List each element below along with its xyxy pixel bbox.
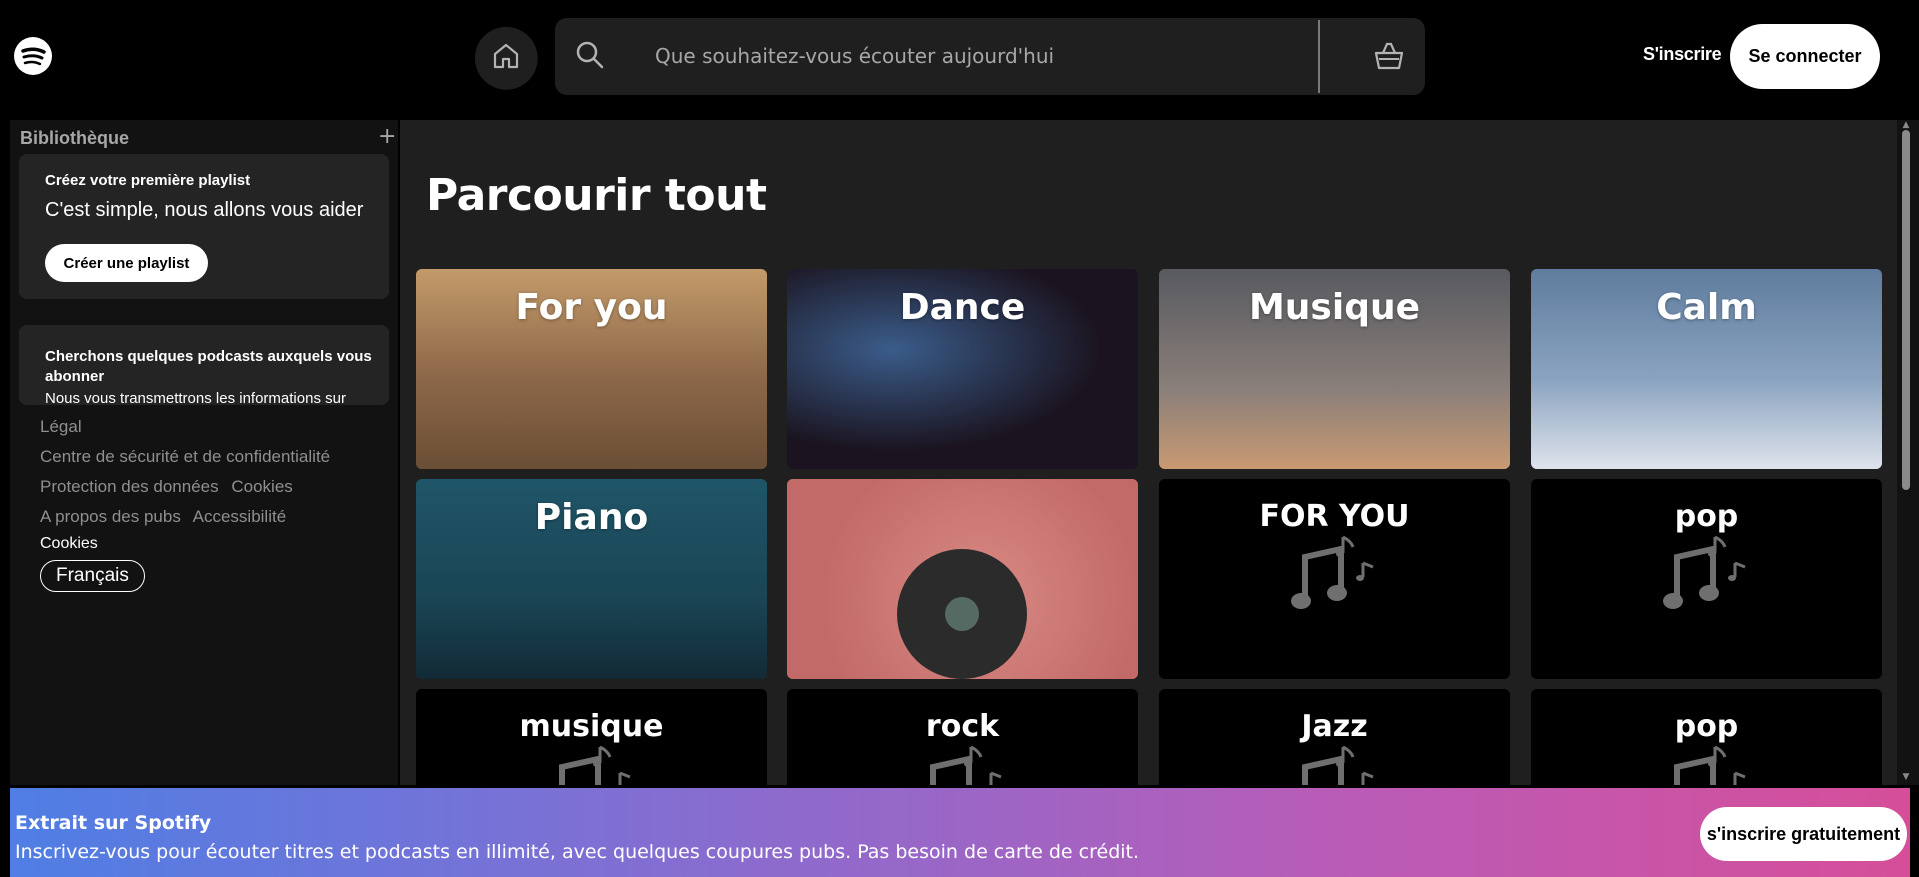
category-tile[interactable]: For you xyxy=(416,269,767,469)
search-bar[interactable] xyxy=(555,18,1425,95)
language-button[interactable]: Français xyxy=(40,560,145,592)
privacy-center-link[interactable]: Centre de sécurité et de confidentialité xyxy=(40,447,330,467)
banner-subtitle: Inscrivez-vous pour écouter titres et po… xyxy=(15,841,1140,863)
add-icon[interactable]: + xyxy=(378,126,396,148)
home-icon xyxy=(491,41,521,75)
category-tile[interactable]: rock xyxy=(787,689,1138,785)
tile-label: Calm xyxy=(1656,287,1757,328)
category-tile[interactable]: Dance xyxy=(787,269,1138,469)
create-playlist-card: Créez votre première playlist C'est simp… xyxy=(19,154,389,299)
music-note-icon xyxy=(1285,737,1385,785)
category-tile[interactable]: Jazz xyxy=(1159,689,1510,785)
library-sidebar: Bibliothèque + Créez votre première play… xyxy=(10,120,398,785)
music-note-icon xyxy=(913,737,1013,785)
category-tile[interactable]: FOR YOU xyxy=(1159,479,1510,679)
data-protection-link[interactable]: Protection des données xyxy=(40,477,219,496)
spotify-logo-icon[interactable] xyxy=(14,37,52,75)
category-tile[interactable]: pop xyxy=(1531,479,1882,679)
create-playlist-button[interactable]: Créer une playlist xyxy=(45,244,208,282)
tile-label: Dance xyxy=(899,287,1026,328)
category-tile[interactable]: Calm xyxy=(1531,269,1882,469)
music-note-icon xyxy=(1657,527,1757,631)
music-note-icon xyxy=(542,737,642,785)
about-ads-link[interactable]: A propos des pubs xyxy=(40,507,181,526)
login-button[interactable]: Se connecter xyxy=(1730,24,1880,89)
category-tile[interactable]: pop xyxy=(1531,689,1882,785)
banner-title: Extrait sur Spotify xyxy=(15,812,212,834)
category-tile[interactable]: Musique xyxy=(1159,269,1510,469)
home-button-visual[interactable] xyxy=(475,27,537,89)
library-title[interactable]: Bibliothèque xyxy=(20,128,129,149)
scroll-down-icon[interactable]: ▼ xyxy=(1901,772,1911,782)
signup-banner: Extrait sur Spotify Inscrivez-vous pour … xyxy=(10,788,1910,877)
search-icon xyxy=(575,40,605,74)
scrollbar[interactable]: ▲ ▼ xyxy=(1897,120,1919,785)
scroll-up-icon[interactable]: ▲ xyxy=(1901,120,1911,130)
search-input[interactable] xyxy=(655,35,1255,77)
category-tile[interactable] xyxy=(787,479,1138,679)
page-title: Parcourir tout xyxy=(426,170,767,221)
category-tile[interactable]: Piano xyxy=(416,479,767,679)
legal-link[interactable]: Légal xyxy=(40,417,82,437)
podcasts-card: Cherchons quelques podcasts auxquels vou… xyxy=(19,325,389,405)
search-divider xyxy=(1318,20,1320,93)
music-note-icon xyxy=(1285,527,1385,631)
create-playlist-title: Créez votre première playlist xyxy=(45,172,251,189)
banner-signup-button[interactable]: s'inscrire gratuitement xyxy=(1700,807,1907,861)
cookies-link[interactable]: Cookies xyxy=(231,477,292,496)
top-bar: S'inscrire Se connecter xyxy=(0,0,1919,118)
tile-label: For you xyxy=(515,287,668,328)
tile-label: Piano xyxy=(534,497,649,538)
signup-link[interactable]: S'inscrire xyxy=(1643,44,1722,65)
cookies-settings-link[interactable]: Cookies xyxy=(40,535,98,553)
category-tile[interactable]: musique xyxy=(416,689,767,785)
podcasts-title: Cherchons quelques podcasts auxquels vou… xyxy=(45,348,372,385)
browse-basket-icon[interactable] xyxy=(1373,40,1405,72)
create-playlist-subtitle: C'est simple, nous allons vous aider xyxy=(45,199,364,221)
browse-main: Parcourir tout For you Dance Musique Calm Pi… xyxy=(400,120,1900,785)
tile-label: Musique xyxy=(1248,287,1421,328)
podcasts-subtitle: Nous vous transmettrons les informations… xyxy=(45,390,346,405)
music-note-icon xyxy=(1657,737,1757,785)
scroll-thumb[interactable] xyxy=(1902,130,1910,490)
vinyl-record-icon xyxy=(897,549,1027,679)
accessibility-link[interactable]: Accessibilité xyxy=(193,507,287,526)
